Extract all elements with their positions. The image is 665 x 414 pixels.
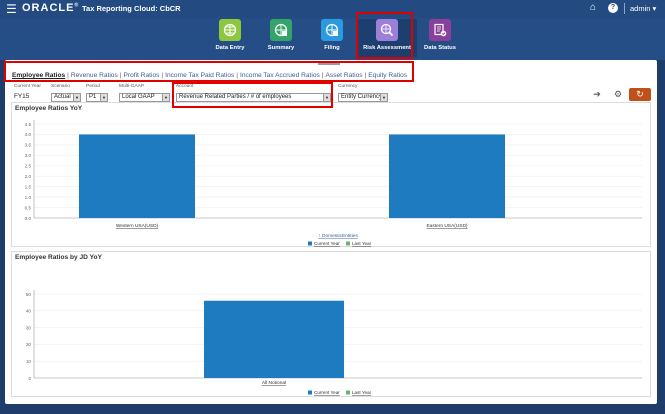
refresh-button[interactable]: ↻ (629, 88, 651, 101)
chevron-down-icon: ▼ (100, 94, 107, 101)
y-tick-label: 40 (26, 309, 32, 314)
period-label: Period (86, 84, 100, 89)
tab-asset-ratios[interactable]: Asset Ratios (326, 72, 363, 79)
y-tick-label: 2.0 (25, 174, 32, 179)
menu-icon[interactable]: ☰ (6, 2, 17, 16)
nav-label: Data Status (424, 45, 456, 51)
legend-label[interactable]: Current Year (314, 241, 340, 246)
arrow-right-icon[interactable]: ➔ (589, 88, 605, 101)
x-category-label[interactable]: All Notional (262, 380, 286, 386)
multigaap-select[interactable]: Local GAAP ▼ (119, 93, 170, 102)
gear-icon[interactable]: ⚙ (610, 88, 626, 101)
summary-icon (270, 19, 292, 41)
scenario-select[interactable]: Actual ▼ (51, 93, 81, 102)
y-tick-label: 2.5 (25, 164, 32, 169)
currency-label: Currency (338, 84, 358, 89)
x-category-label[interactable]: Western USA(USD) (116, 223, 159, 229)
y-tick-label: 30 (26, 325, 32, 330)
period-value: P1 (89, 94, 97, 100)
legend-swatch (308, 241, 312, 246)
account-value: Revenue Related Parties / # of employees (179, 94, 292, 100)
account-select[interactable]: Revenue Related Parties / # of employees… (176, 93, 331, 102)
employee-ratios-by-jd-chart: Employee Ratios by JD YoY 0 10 20 30 40 50 All… (11, 251, 651, 397)
y-tick-label: 0.0 (25, 216, 32, 221)
legend-label[interactable]: Last Year (352, 241, 372, 246)
tab-revenue-ratios[interactable]: Revenue Ratios (71, 72, 118, 79)
legend-label[interactable]: Current Year (314, 390, 340, 395)
app-title: Tax Reporting Cloud: CbCR (82, 4, 181, 13)
user-menu[interactable]: admin ▾ (630, 4, 656, 13)
chart-svg: 0 10 20 30 40 50 All Notional Current Year Last … (26, 290, 642, 395)
multigaap-value: Local GAAP (122, 94, 155, 100)
currency-select[interactable]: Entity Currency ▼ (338, 93, 388, 102)
oracle-logo: ORACLE® (22, 2, 80, 14)
chart-svg: 0.0 0.5 1.0 1.5 2.0 2.5 3.0 3.5 4.0 4.5 Western US… (25, 120, 642, 246)
bar[interactable] (389, 134, 505, 218)
currency-value: Entity Currency (341, 94, 383, 100)
y-tick-label: 0 (28, 376, 31, 381)
header-divider (624, 3, 625, 14)
y-tick-label: 0.5 (25, 205, 32, 210)
current-year-value: FY15 (14, 93, 30, 100)
y-tick-label: 4.5 (25, 122, 32, 127)
risk-assessment-icon (376, 19, 398, 41)
multigaap-label: Multi-GAAP (119, 84, 145, 89)
top-header: ☰ ORACLE® Tax Reporting Cloud: CbCR ⌂ ? … (0, 0, 665, 18)
y-tick-label: 20 (26, 342, 32, 347)
data-status-icon (429, 19, 451, 41)
nav-band: Data Entry Summary Filing Risk Assessmen… (0, 18, 665, 60)
y-tick-label: 4.0 (25, 132, 32, 137)
y-tick-label: 10 (26, 359, 32, 364)
y-tick-label: 1.5 (25, 184, 32, 189)
nav-label: Risk Assessment (363, 45, 411, 51)
tab-income-tax-paid-ratios[interactable]: Income Tax Paid Ratios (165, 72, 234, 79)
tab-equity-ratios[interactable]: Equity Ratios (368, 72, 407, 79)
x-category-label[interactable]: Eastern USA(USD) (426, 223, 467, 229)
chevron-down-icon: ▼ (162, 94, 169, 101)
nav-risk-assessment[interactable]: Risk Assessment (357, 19, 417, 57)
help-icon[interactable]: ? (608, 3, 618, 13)
y-tick-label: 3.5 (25, 143, 32, 148)
scenario-value: Actual (54, 94, 71, 100)
chevron-down-icon: ▼ (380, 94, 387, 101)
chevron-down-icon: ▼ (323, 94, 330, 101)
main-panel: Employee Ratios | Revenue Ratios | Profit Ra… (5, 60, 657, 404)
data-entry-icon (219, 19, 241, 41)
tab-profit-ratios[interactable]: Profit Ratios (124, 72, 160, 79)
filing-icon (321, 19, 343, 41)
y-tick-label: 50 (26, 292, 32, 297)
panel-resize-handle[interactable] (318, 63, 340, 65)
legend-swatch (308, 390, 312, 395)
drilldown-link[interactable]: ↑ DomesticEntities (318, 233, 358, 239)
y-tick-label: 3.0 (25, 153, 32, 158)
legend-swatch (346, 241, 350, 246)
bar[interactable] (79, 134, 195, 218)
chevron-down-icon: ▼ (73, 94, 80, 101)
account-label: Account (176, 84, 194, 89)
nav-filing[interactable]: Filing (302, 19, 362, 57)
current-year-label: Current Year (14, 84, 41, 89)
nav-data-status[interactable]: Data Status (410, 19, 470, 57)
employee-ratios-yoy-chart: Employee Ratios YoY 0.0 0.5 1.0 1.5 2.0 2.5 3.… (11, 102, 651, 247)
home-icon[interactable]: ⌂ (590, 2, 596, 13)
ratio-tabs: Employee Ratios | Revenue Ratios | Profit Ra… (12, 72, 408, 79)
period-select[interactable]: P1 ▼ (86, 93, 108, 102)
scenario-label: Scenario (51, 84, 70, 89)
nav-label: Filing (324, 45, 340, 51)
tab-income-tax-accrued-ratios[interactable]: Income Tax Accrued Ratios (240, 72, 320, 79)
tab-employee-ratios[interactable]: Employee Ratios (12, 72, 65, 79)
legend-label[interactable]: Last Year (352, 390, 372, 395)
y-tick-label: 1.0 (25, 195, 32, 200)
legend-swatch (346, 390, 350, 395)
bar[interactable] (204, 300, 344, 378)
